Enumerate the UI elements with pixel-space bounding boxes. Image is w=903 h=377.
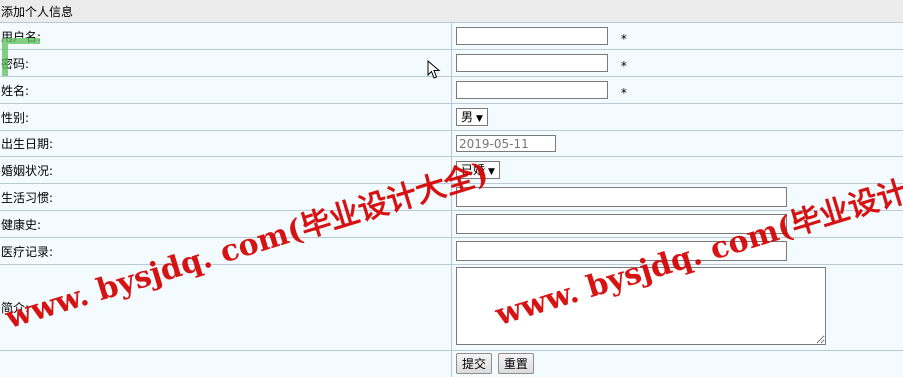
name-label: 姓名: [0, 77, 452, 104]
username-row: 用户名: * [0, 23, 903, 50]
medical-record-label: 医疗记录: [0, 238, 452, 265]
username-label: 用户名: [0, 23, 452, 50]
health-history-label: 健康史: [0, 211, 452, 238]
marital-select[interactable]: 已婚▼ [456, 161, 500, 179]
button-row: 提交 重置 [0, 351, 903, 377]
form-header-row: 添加个人信息 [0, 0, 903, 23]
personal-info-form: 添加个人信息 用户名: * 密码: * 姓名: * 性别: 男▼ 出生日期: [0, 0, 903, 377]
gender-row: 性别: 男▼ [0, 104, 903, 131]
password-row: 密码: * [0, 50, 903, 77]
gender-label: 性别: [0, 104, 452, 131]
form-title: 添加个人信息 [0, 0, 903, 23]
button-row-spacer [0, 351, 452, 377]
gender-select[interactable]: 男▼ [456, 108, 488, 126]
intro-textarea[interactable] [456, 267, 826, 345]
gender-selected-value: 男 [461, 110, 473, 124]
name-required-mark: * [621, 86, 627, 100]
birthdate-label: 出生日期: [0, 131, 452, 157]
intro-row: 简介: [0, 265, 903, 351]
marital-row: 婚姻状况: 已婚▼ [0, 157, 903, 184]
reset-button[interactable]: 重置 [498, 353, 534, 374]
birthdate-input[interactable] [456, 135, 556, 152]
password-required-mark: * [621, 59, 627, 73]
marital-selected-value: 已婚 [461, 163, 485, 177]
intro-label: 简介: [0, 265, 452, 351]
habits-row: 生活习惯: [0, 184, 903, 211]
habits-input[interactable] [456, 187, 787, 207]
health-history-input[interactable] [456, 214, 787, 234]
mouse-cursor-icon [427, 60, 441, 80]
chevron-down-icon: ▼ [488, 167, 495, 177]
medical-record-input[interactable] [456, 241, 787, 261]
medical-record-row: 医疗记录: [0, 238, 903, 265]
health-history-row: 健康史: [0, 211, 903, 238]
habits-label: 生活习惯: [0, 184, 452, 211]
name-row: 姓名: * [0, 77, 903, 104]
chevron-down-icon: ▼ [476, 114, 483, 124]
password-input[interactable] [456, 54, 608, 72]
birthdate-row: 出生日期: [0, 131, 903, 157]
password-label: 密码: [0, 50, 452, 77]
marital-label: 婚姻状况: [0, 157, 452, 184]
username-required-mark: * [621, 32, 627, 46]
submit-button[interactable]: 提交 [456, 353, 492, 374]
name-input[interactable] [456, 81, 608, 99]
username-input[interactable] [456, 27, 608, 45]
